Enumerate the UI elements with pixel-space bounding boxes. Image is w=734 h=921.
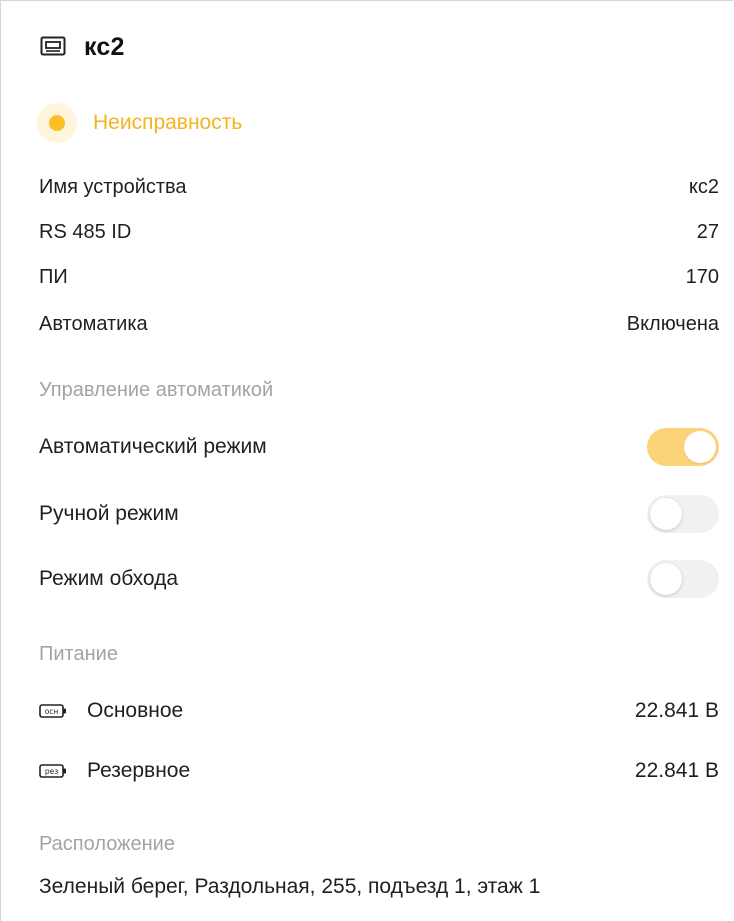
status-dot-halo [37, 103, 77, 143]
toggle-knob [684, 431, 716, 463]
section-title-power: Питание [39, 643, 118, 665]
info-label: RS 485 ID [39, 220, 132, 243]
info-row-rs485-id: RS 485 ID 27 [39, 217, 719, 247]
power-row-main: осн Основное 22.841 В [39, 693, 719, 729]
toggle-label: Режим обхода [39, 567, 179, 590]
toggle-knob [650, 498, 682, 530]
toggle-label: Автоматический режим [39, 435, 267, 458]
power-value: 22.841 В [634, 759, 719, 782]
power-label: Основное [87, 699, 184, 722]
info-row-pi: ПИ 170 [39, 262, 719, 292]
info-row-automation: Автоматика Включена [39, 309, 719, 339]
device-header: кс2 [39, 27, 125, 67]
info-value: Включена [626, 312, 719, 335]
toggle-row-manual-mode: Ручной режим [39, 492, 719, 536]
battery-reserve-icon: рез [39, 763, 67, 779]
info-label: Имя устройства [39, 175, 187, 198]
power-row-reserve: рез Резервное 22.841 В [39, 753, 719, 789]
battery-main-icon: осн [39, 703, 67, 719]
location-address: Зеленый берег, Раздольная, 255, подъезд … [39, 875, 541, 898]
status-text: Неисправность [93, 111, 243, 134]
manual-mode-toggle[interactable] [647, 495, 719, 533]
svg-text:осн: осн [45, 707, 59, 716]
status-dot-icon [49, 115, 65, 131]
toggle-label: Ручной режим [39, 502, 179, 525]
power-value: 22.841 В [634, 699, 719, 722]
bypass-mode-toggle[interactable] [647, 560, 719, 598]
info-label: Автоматика [39, 312, 148, 335]
power-label: Резервное [87, 759, 191, 782]
svg-text:рез: рез [45, 767, 58, 776]
info-row-device-name: Имя устройства кс2 [39, 172, 719, 202]
section-title-location: Расположение [39, 833, 175, 855]
toggle-knob [650, 563, 682, 595]
auto-mode-toggle[interactable] [647, 428, 719, 466]
section-title-automation: Управление автоматикой [39, 379, 274, 401]
info-value: 27 [696, 220, 719, 243]
toggle-row-auto-mode: Автоматический режим [39, 425, 719, 469]
device-panel-icon [39, 35, 66, 59]
toggle-row-bypass-mode: Режим обхода [39, 557, 719, 601]
page-title: кс2 [84, 32, 125, 61]
info-value: кс2 [688, 175, 719, 198]
device-panel: кс2 Неисправность Имя устройства кс2 RS … [0, 0, 733, 921]
info-value: 170 [685, 265, 719, 288]
status-indicator: Неисправность [37, 102, 243, 144]
info-label: ПИ [39, 265, 68, 288]
